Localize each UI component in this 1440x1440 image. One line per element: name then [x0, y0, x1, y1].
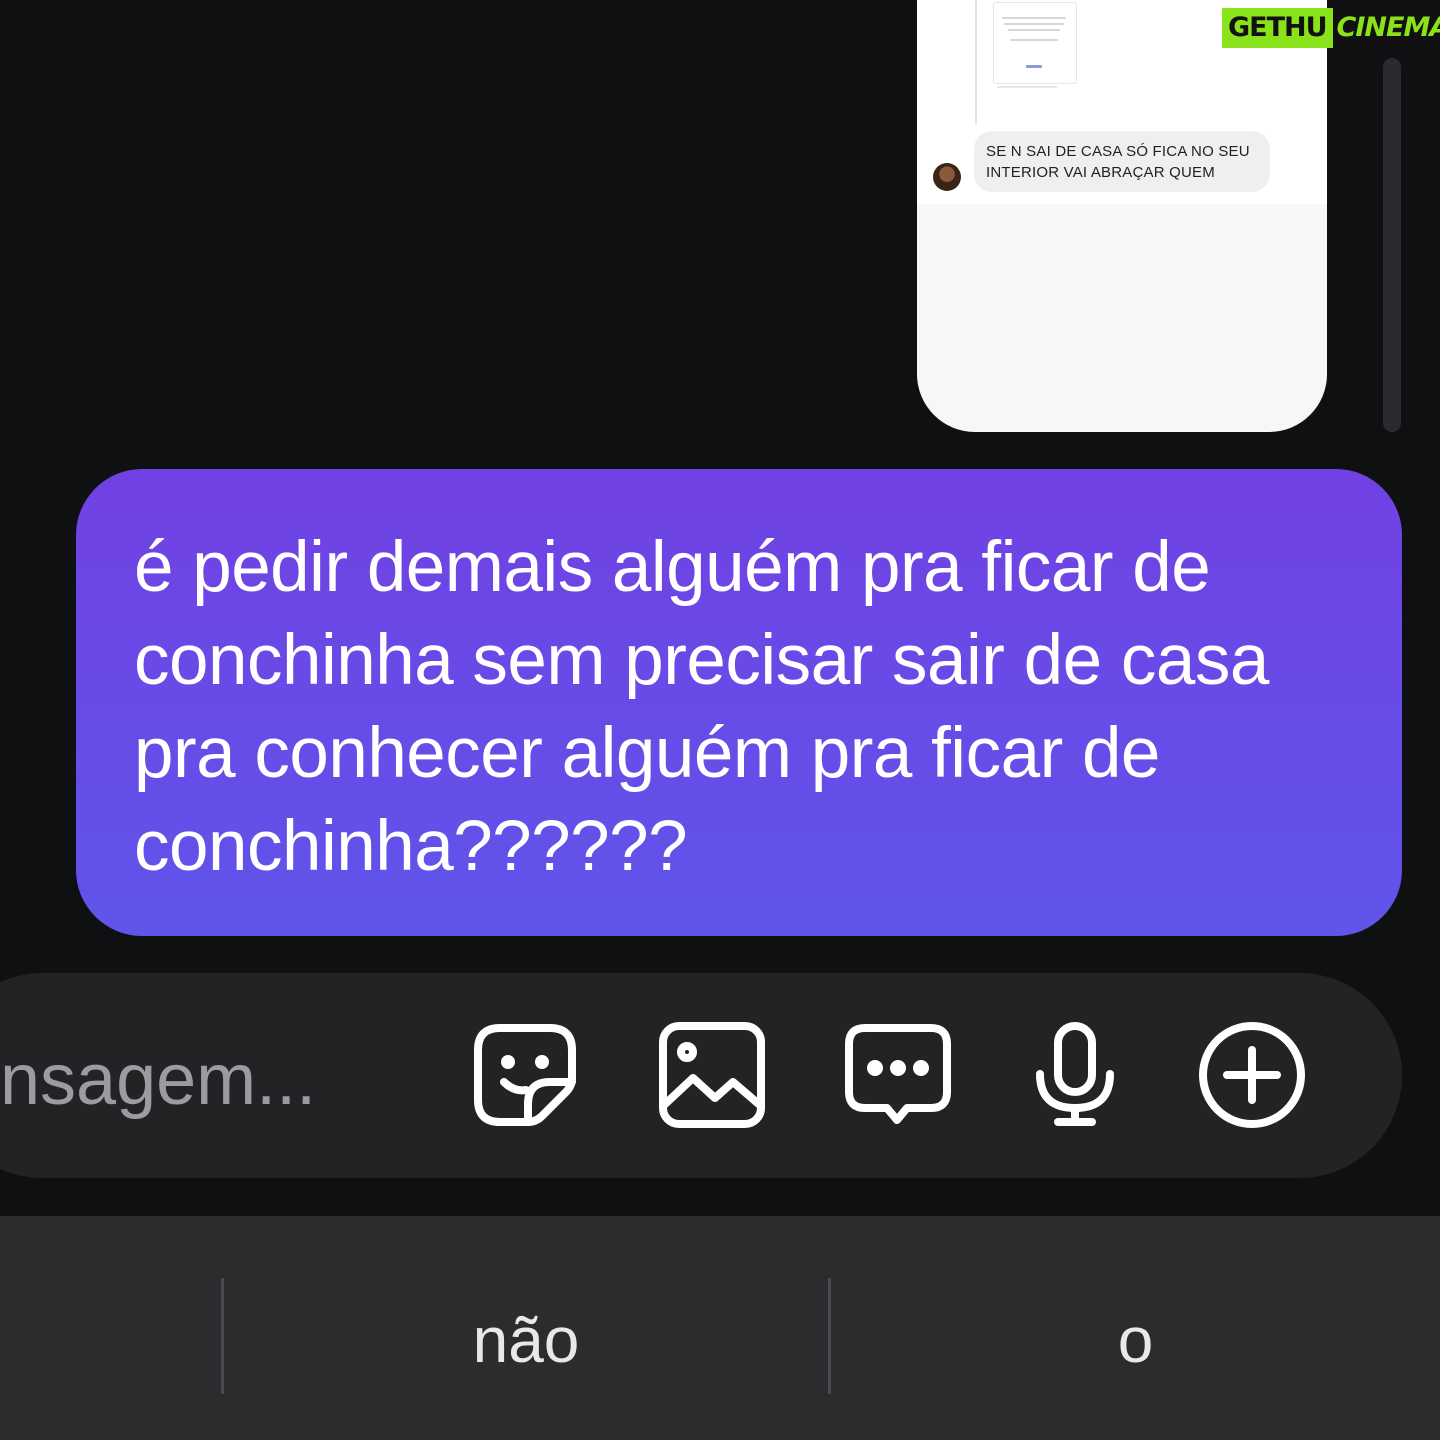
chat-area[interactable]: SE N SAI DE CASA SÓ FICA NO SEU INTERIOR… — [0, 0, 1440, 960]
sent-message-bubble[interactable]: é pedir demais alguém pra ficar de conch… — [76, 469, 1402, 936]
plus-circle-icon[interactable] — [1197, 1020, 1307, 1130]
watermark-right-text: CINEMA — [1332, 8, 1440, 48]
preview-document-thumbnail — [993, 2, 1077, 84]
watermark-left-text: GETHU — [1222, 8, 1333, 48]
watermark-logo: GETHU CINEMA — [1222, 8, 1440, 48]
suggestion-3[interactable]: o — [831, 1300, 1440, 1380]
preview-reply-text: SE N SAI DE CASA SÓ FICA NO SEU INTERIOR… — [986, 143, 1250, 181]
shared-screenshot-preview[interactable]: SE N SAI DE CASA SÓ FICA NO SEU INTERIOR… — [917, 0, 1327, 432]
sent-message-text: é pedir demais alguém pra ficar de conch… — [134, 528, 1269, 886]
sticker-icon[interactable] — [470, 1020, 580, 1130]
preview-doc-shadow — [997, 86, 1057, 88]
scrollbar[interactable] — [1383, 58, 1401, 432]
microphone-icon[interactable] — [1020, 1020, 1130, 1130]
placeholder-text: nsagem... — [0, 1040, 317, 1120]
avatar — [933, 163, 961, 191]
preview-reply-bubble: SE N SAI DE CASA SÓ FICA NO SEU INTERIOR… — [974, 131, 1270, 192]
suggestion-2[interactable]: não — [224, 1300, 828, 1380]
image-icon[interactable] — [657, 1020, 767, 1130]
chat-more-icon[interactable] — [843, 1020, 953, 1130]
message-input-placeholder[interactable]: nsagem... — [0, 1035, 330, 1125]
preview-thread-line — [975, 0, 977, 124]
